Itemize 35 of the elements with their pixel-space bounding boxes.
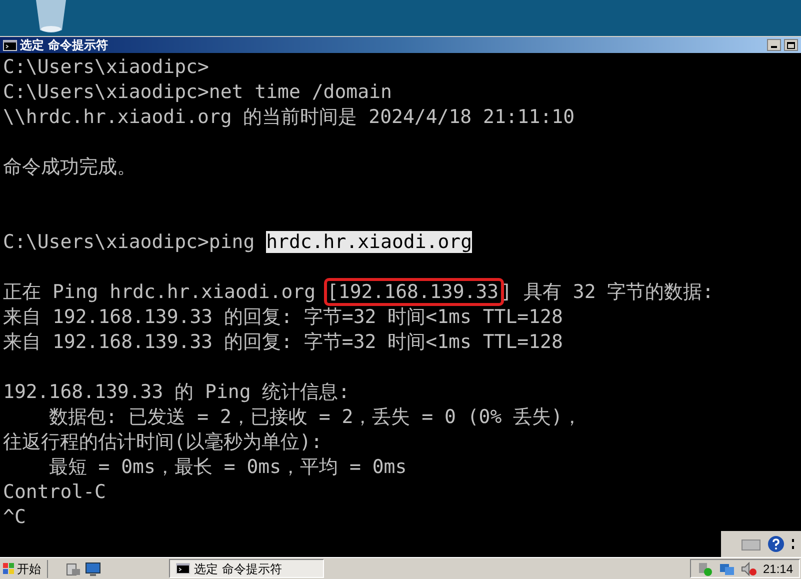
- maximize-button[interactable]: [784, 39, 798, 51]
- console-icon: [3, 40, 17, 50]
- console-text: 来自 192.168.139.33 的回复: 字节=32 时间<1ms TTL=128: [3, 306, 563, 328]
- console-icon: [176, 563, 190, 574]
- console-text: C:\Users\xiaodipc>: [3, 56, 209, 78]
- console-text: 最短 = 0ms，最长 = 0ms，平均 = 0ms: [48, 456, 407, 478]
- start-button[interactable]: 开始: [1, 559, 43, 578]
- speaker-muted-icon[interactable]: [740, 562, 757, 576]
- window-title: 选定 命令提示符: [20, 39, 108, 51]
- console-text: ] 具有 32 字节的数据:: [500, 281, 714, 303]
- desktop-icon[interactable]: [85, 560, 101, 576]
- console-text: 来自 192.168.139.33 的回复: 字节=32 时间<1ms TTL=128: [3, 331, 563, 353]
- highlighted-text: [192.168.139.33: [326, 281, 501, 303]
- console-text: 正在 Ping hrdc.hr.xiaodi.org: [3, 281, 317, 303]
- console-text: 数据包: 已发送 = 2，已接收 = 2，丢失 = 0 (0% 丢失)，: [48, 406, 582, 428]
- console-text: 往返行程的估计时间(以毫秒为单位):: [3, 431, 322, 453]
- task-button[interactable]: 选定 命令提示符: [169, 559, 324, 578]
- maximize-icon: [787, 42, 795, 48]
- minimize-button[interactable]: [767, 39, 781, 51]
- windows-flag-icon: [3, 562, 15, 574]
- network-icon[interactable]: [718, 562, 735, 576]
- minimize-icon: [771, 46, 777, 48]
- console-text: Control-C: [3, 481, 106, 503]
- clock: 21:14: [762, 560, 793, 578]
- help-icon[interactable]: [767, 535, 785, 553]
- console-text: 命令成功完成。: [3, 156, 136, 178]
- glass-icon[interactable]: [34, 0, 68, 34]
- console-text: 192.168.139.33 的 Ping 统计信息:: [3, 381, 350, 403]
- console-text: \\hrdc.hr.xiaodi.org 的当前时间是 2024/4/18 21:11:10: [3, 106, 575, 128]
- file-manager-icon[interactable]: [65, 560, 81, 576]
- console-text: C:\Users\xiaodipc>ping: [3, 231, 256, 253]
- options-icon[interactable]: [791, 537, 795, 551]
- console-text: ^C: [3, 506, 26, 528]
- selected-text: hrdc.hr.xiaodi.org: [266, 231, 472, 253]
- console-text: C:\Users\xiaodipc>net time /domain: [3, 81, 392, 103]
